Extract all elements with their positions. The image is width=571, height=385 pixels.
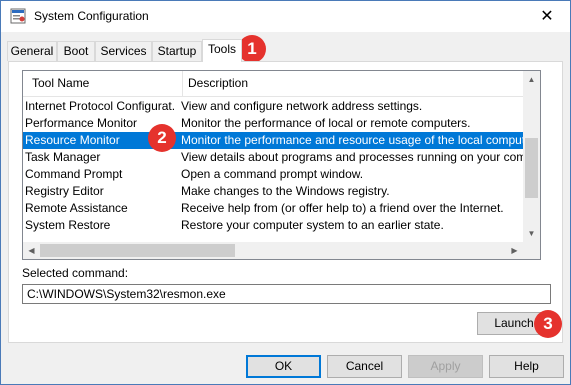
- ok-button[interactable]: OK: [246, 355, 321, 378]
- scroll-right-arrow-icon[interactable]: ▶: [506, 242, 523, 259]
- list-item[interactable]: Remote Assistance Receive help from (or …: [23, 200, 529, 217]
- msconfig-icon: [10, 8, 26, 24]
- column-header-description[interactable]: Description: [188, 76, 248, 90]
- tab-services[interactable]: Services: [95, 41, 152, 61]
- apply-button[interactable]: Apply: [408, 355, 483, 378]
- list-item[interactable]: Task Manager View details about programs…: [23, 149, 540, 166]
- scrollbar-corner: [523, 242, 540, 259]
- column-header-tool-name[interactable]: Tool Name: [32, 76, 89, 90]
- tool-description: Monitor the performance and resource usa…: [181, 133, 539, 147]
- list-item[interactable]: Internet Protocol Configurat... View and…: [23, 98, 529, 115]
- close-icon: ✕: [540, 8, 554, 25]
- list-rows: Internet Protocol Configurat... View and…: [23, 98, 540, 234]
- tool-description: Open a command prompt window.: [181, 167, 364, 181]
- tab-general[interactable]: General: [7, 41, 57, 61]
- tool-description: View and configure network address setti…: [181, 99, 423, 113]
- list-item[interactable]: Command Prompt Open a command prompt win…: [23, 166, 529, 183]
- vertical-scrollbar[interactable]: ▲ ▼: [523, 71, 540, 242]
- title-bar: System Configuration ✕: [1, 1, 570, 32]
- callout-badge-3: 3: [534, 310, 562, 338]
- tab-boot[interactable]: Boot: [57, 41, 95, 61]
- tool-description: Monitor the performance of local or remo…: [181, 116, 471, 130]
- vertical-scroll-thumb[interactable]: [525, 138, 538, 198]
- tool-name: Command Prompt: [25, 167, 123, 181]
- close-button[interactable]: ✕: [524, 1, 570, 32]
- window-title: System Configuration: [34, 9, 149, 23]
- tool-name: Task Manager: [25, 150, 101, 164]
- horizontal-scrollbar[interactable]: ◀ ▶: [23, 242, 523, 259]
- selected-command-label: Selected command:: [22, 266, 129, 280]
- tool-name: Remote Assistance: [25, 201, 128, 215]
- tool-name: Internet Protocol Configurat...: [25, 99, 175, 113]
- tools-tab-panel: Tool Name Description Internet Protocol …: [8, 61, 563, 343]
- list-item[interactable]: System Restore Restore your computer sys…: [23, 217, 529, 234]
- tab-tools[interactable]: Tools: [202, 39, 242, 62]
- system-configuration-window: System Configuration ✕ General Boot Serv…: [0, 0, 571, 385]
- tab-startup[interactable]: Startup: [152, 41, 202, 61]
- horizontal-scroll-thumb[interactable]: [40, 244, 235, 257]
- list-item[interactable]: Registry Editor Make changes to the Wind…: [23, 183, 529, 200]
- callout-badge-2: 2: [148, 124, 176, 152]
- help-button[interactable]: Help: [489, 355, 564, 378]
- callout-badge-1: 1: [238, 35, 266, 63]
- scroll-up-arrow-icon[interactable]: ▲: [523, 71, 540, 88]
- selected-command-field[interactable]: C:\WINDOWS\System32\resmon.exe: [22, 284, 551, 304]
- scroll-left-arrow-icon[interactable]: ◀: [23, 242, 40, 259]
- list-item-selected[interactable]: Resource Monitor Monitor the performance…: [23, 132, 539, 149]
- tool-description: View details about programs and processe…: [181, 150, 541, 164]
- list-item[interactable]: Performance Monitor Monitor the performa…: [23, 115, 529, 132]
- tool-description: Make changes to the Windows registry.: [181, 184, 390, 198]
- tool-name: System Restore: [25, 218, 111, 232]
- cancel-button[interactable]: Cancel: [327, 355, 402, 378]
- scroll-down-arrow-icon[interactable]: ▼: [523, 225, 540, 242]
- column-divider[interactable]: [182, 71, 183, 96]
- tool-name: Registry Editor: [25, 184, 104, 198]
- tools-list[interactable]: Tool Name Description Internet Protocol …: [22, 70, 541, 260]
- tool-description: Restore your computer system to an earli…: [181, 218, 444, 232]
- list-header: Tool Name Description: [23, 71, 540, 97]
- tool-description: Receive help from (or offer help to) a f…: [181, 201, 504, 215]
